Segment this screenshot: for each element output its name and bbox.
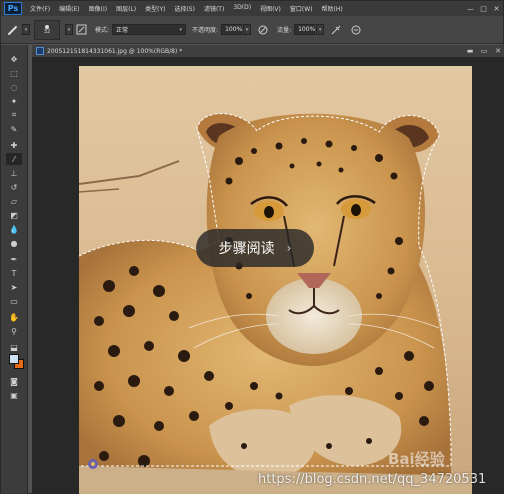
mode-label: 模式: [95, 27, 110, 34]
brush-panel-toggle-icon[interactable] [73, 22, 89, 38]
default-colors-icon[interactable]: ⬓ [6, 341, 22, 353]
blur-tool-icon[interactable]: 💧 [6, 223, 22, 235]
menu-filter[interactable]: 滤镜(T) [204, 4, 224, 13]
menu-view[interactable]: 视图(V) [260, 4, 281, 13]
healing-brush-tool-icon[interactable]: ✚ [6, 139, 22, 151]
move-tool-icon[interactable]: ✥ [6, 53, 22, 65]
document-title: 200512151814331061.jpg @ 100%(RGB/8) * [47, 47, 183, 55]
menu-bar: Ps 文件(F) 编辑(E) 图像(I) 图层(L) 类型(Y) 选择(S) 滤… [1, 1, 503, 16]
flow-value: 100% [298, 26, 316, 33]
window-controls: — □ ✕ [464, 2, 503, 15]
leopard-image [79, 66, 472, 494]
quick-mask-icon[interactable]: ◙ [6, 375, 22, 387]
doc-restore-button[interactable]: ▭ [478, 46, 490, 56]
path-selection-tool-icon[interactable]: ➤ [6, 281, 22, 293]
step-reading-label: 步骤阅读 [218, 241, 275, 257]
zoom-tool-icon[interactable]: ⚲ [6, 325, 22, 337]
foreground-color-swatch[interactable] [9, 354, 19, 364]
opacity-input[interactable]: 100% [221, 24, 242, 35]
brush-size-picker[interactable]: 32 [34, 19, 60, 40]
baidu-watermark: Bai经验 [388, 450, 445, 468]
eraser-tool-icon[interactable]: ▱ [6, 195, 22, 207]
maximize-button[interactable]: □ [477, 2, 490, 15]
tools-panel: ✥ ⬚ ◌ ✦ ⌗ ✎ ✚ ⁄ ⊥ ↺ ▱ ◩ 💧 ● ✒ T ➤ ▭ ✋ ⚲ … [1, 45, 28, 494]
close-button[interactable]: ✕ [490, 2, 503, 15]
blend-mode-value: 正常 [116, 27, 129, 34]
eyedropper-tool-icon[interactable]: ✎ [6, 123, 22, 135]
canvas-area[interactable] [32, 57, 504, 494]
menu-select[interactable]: 选择(S) [174, 4, 195, 13]
document-controls: ▬ ▭ ✕ [462, 46, 504, 56]
brush-tool-icon[interactable]: ⁄ [6, 153, 22, 165]
opacity-value: 100% [225, 26, 243, 33]
flow-input[interactable]: 100% [294, 24, 315, 35]
menu-file[interactable]: 文件(F) [30, 4, 50, 13]
pressure-opacity-icon[interactable] [255, 22, 271, 38]
main-menu: 文件(F) 编辑(E) 图像(I) 图层(L) 类型(Y) 选择(S) 滤镜(T… [30, 4, 352, 13]
history-brush-tool-icon[interactable]: ↺ [6, 181, 22, 193]
marquee-tool-icon[interactable]: ⬚ [6, 67, 22, 79]
crop-tool-icon[interactable]: ⌗ [6, 109, 22, 121]
brush-tool-icon[interactable] [5, 22, 21, 38]
clone-stamp-tool-icon[interactable]: ⊥ [6, 167, 22, 179]
menu-3d[interactable]: 3D(D) [233, 4, 251, 13]
menu-edit[interactable]: 编辑(E) [59, 4, 79, 13]
minimize-button[interactable]: — [464, 2, 477, 15]
pen-tool-icon[interactable]: ✒ [6, 253, 22, 265]
step-reading-button[interactable]: 步骤阅读 › [196, 229, 314, 267]
flow-slider-icon[interactable]: ▾ [316, 24, 325, 35]
opacity-slider-icon[interactable]: ▾ [243, 24, 252, 35]
brush-picker-dropdown-icon[interactable]: ▾ [65, 24, 73, 35]
photoshop-logo: Ps [4, 2, 22, 15]
options-bar: ▾ 32 ▾ 模式: 正常 ▾ 不透明度: 100% ▾ 流量: 100% ▾ [1, 16, 503, 44]
ps-document-icon [36, 47, 44, 55]
flow-label: 流量: [277, 27, 292, 34]
tool-preset-dropdown-icon[interactable]: ▾ [22, 24, 30, 35]
chevron-right-icon: › [286, 241, 292, 255]
paint-bucket-tool-icon[interactable]: ◩ [6, 209, 22, 221]
type-tool-icon[interactable]: T [6, 267, 22, 279]
menu-image[interactable]: 图像(I) [89, 4, 107, 13]
lasso-tool-icon[interactable]: ◌ [6, 81, 22, 93]
menu-layer[interactable]: 图层(L) [116, 4, 136, 13]
airbrush-icon[interactable] [328, 22, 344, 38]
menu-help[interactable]: 帮助(H) [322, 4, 343, 13]
pressure-size-icon[interactable] [348, 22, 364, 38]
leopard-photo[interactable] [79, 66, 472, 494]
document-tab[interactable]: 200512151814331061.jpg @ 100%(RGB/8) * ▬… [32, 45, 504, 57]
screen-mode-icon[interactable]: ▣ [6, 389, 22, 401]
doc-close-button[interactable]: ✕ [492, 46, 504, 56]
hand-tool-icon[interactable]: ✋ [6, 311, 22, 323]
chevron-down-icon: ▾ [179, 26, 183, 33]
rectangle-tool-icon[interactable]: ▭ [6, 295, 22, 307]
doc-minimize-button[interactable]: ▬ [464, 46, 476, 56]
menu-type[interactable]: 类型(Y) [145, 4, 165, 13]
dodge-tool-icon[interactable]: ● [6, 237, 22, 249]
menu-window[interactable]: 窗口(W) [290, 4, 313, 13]
brush-size-value: 32 [43, 28, 51, 35]
csdn-watermark: https://blog.csdn.net/qq_34720531 [258, 472, 487, 487]
blend-mode-select[interactable]: 正常 ▾ [112, 24, 187, 35]
opacity-label: 不透明度: [192, 27, 219, 34]
magic-wand-tool-icon[interactable]: ✦ [6, 95, 22, 107]
